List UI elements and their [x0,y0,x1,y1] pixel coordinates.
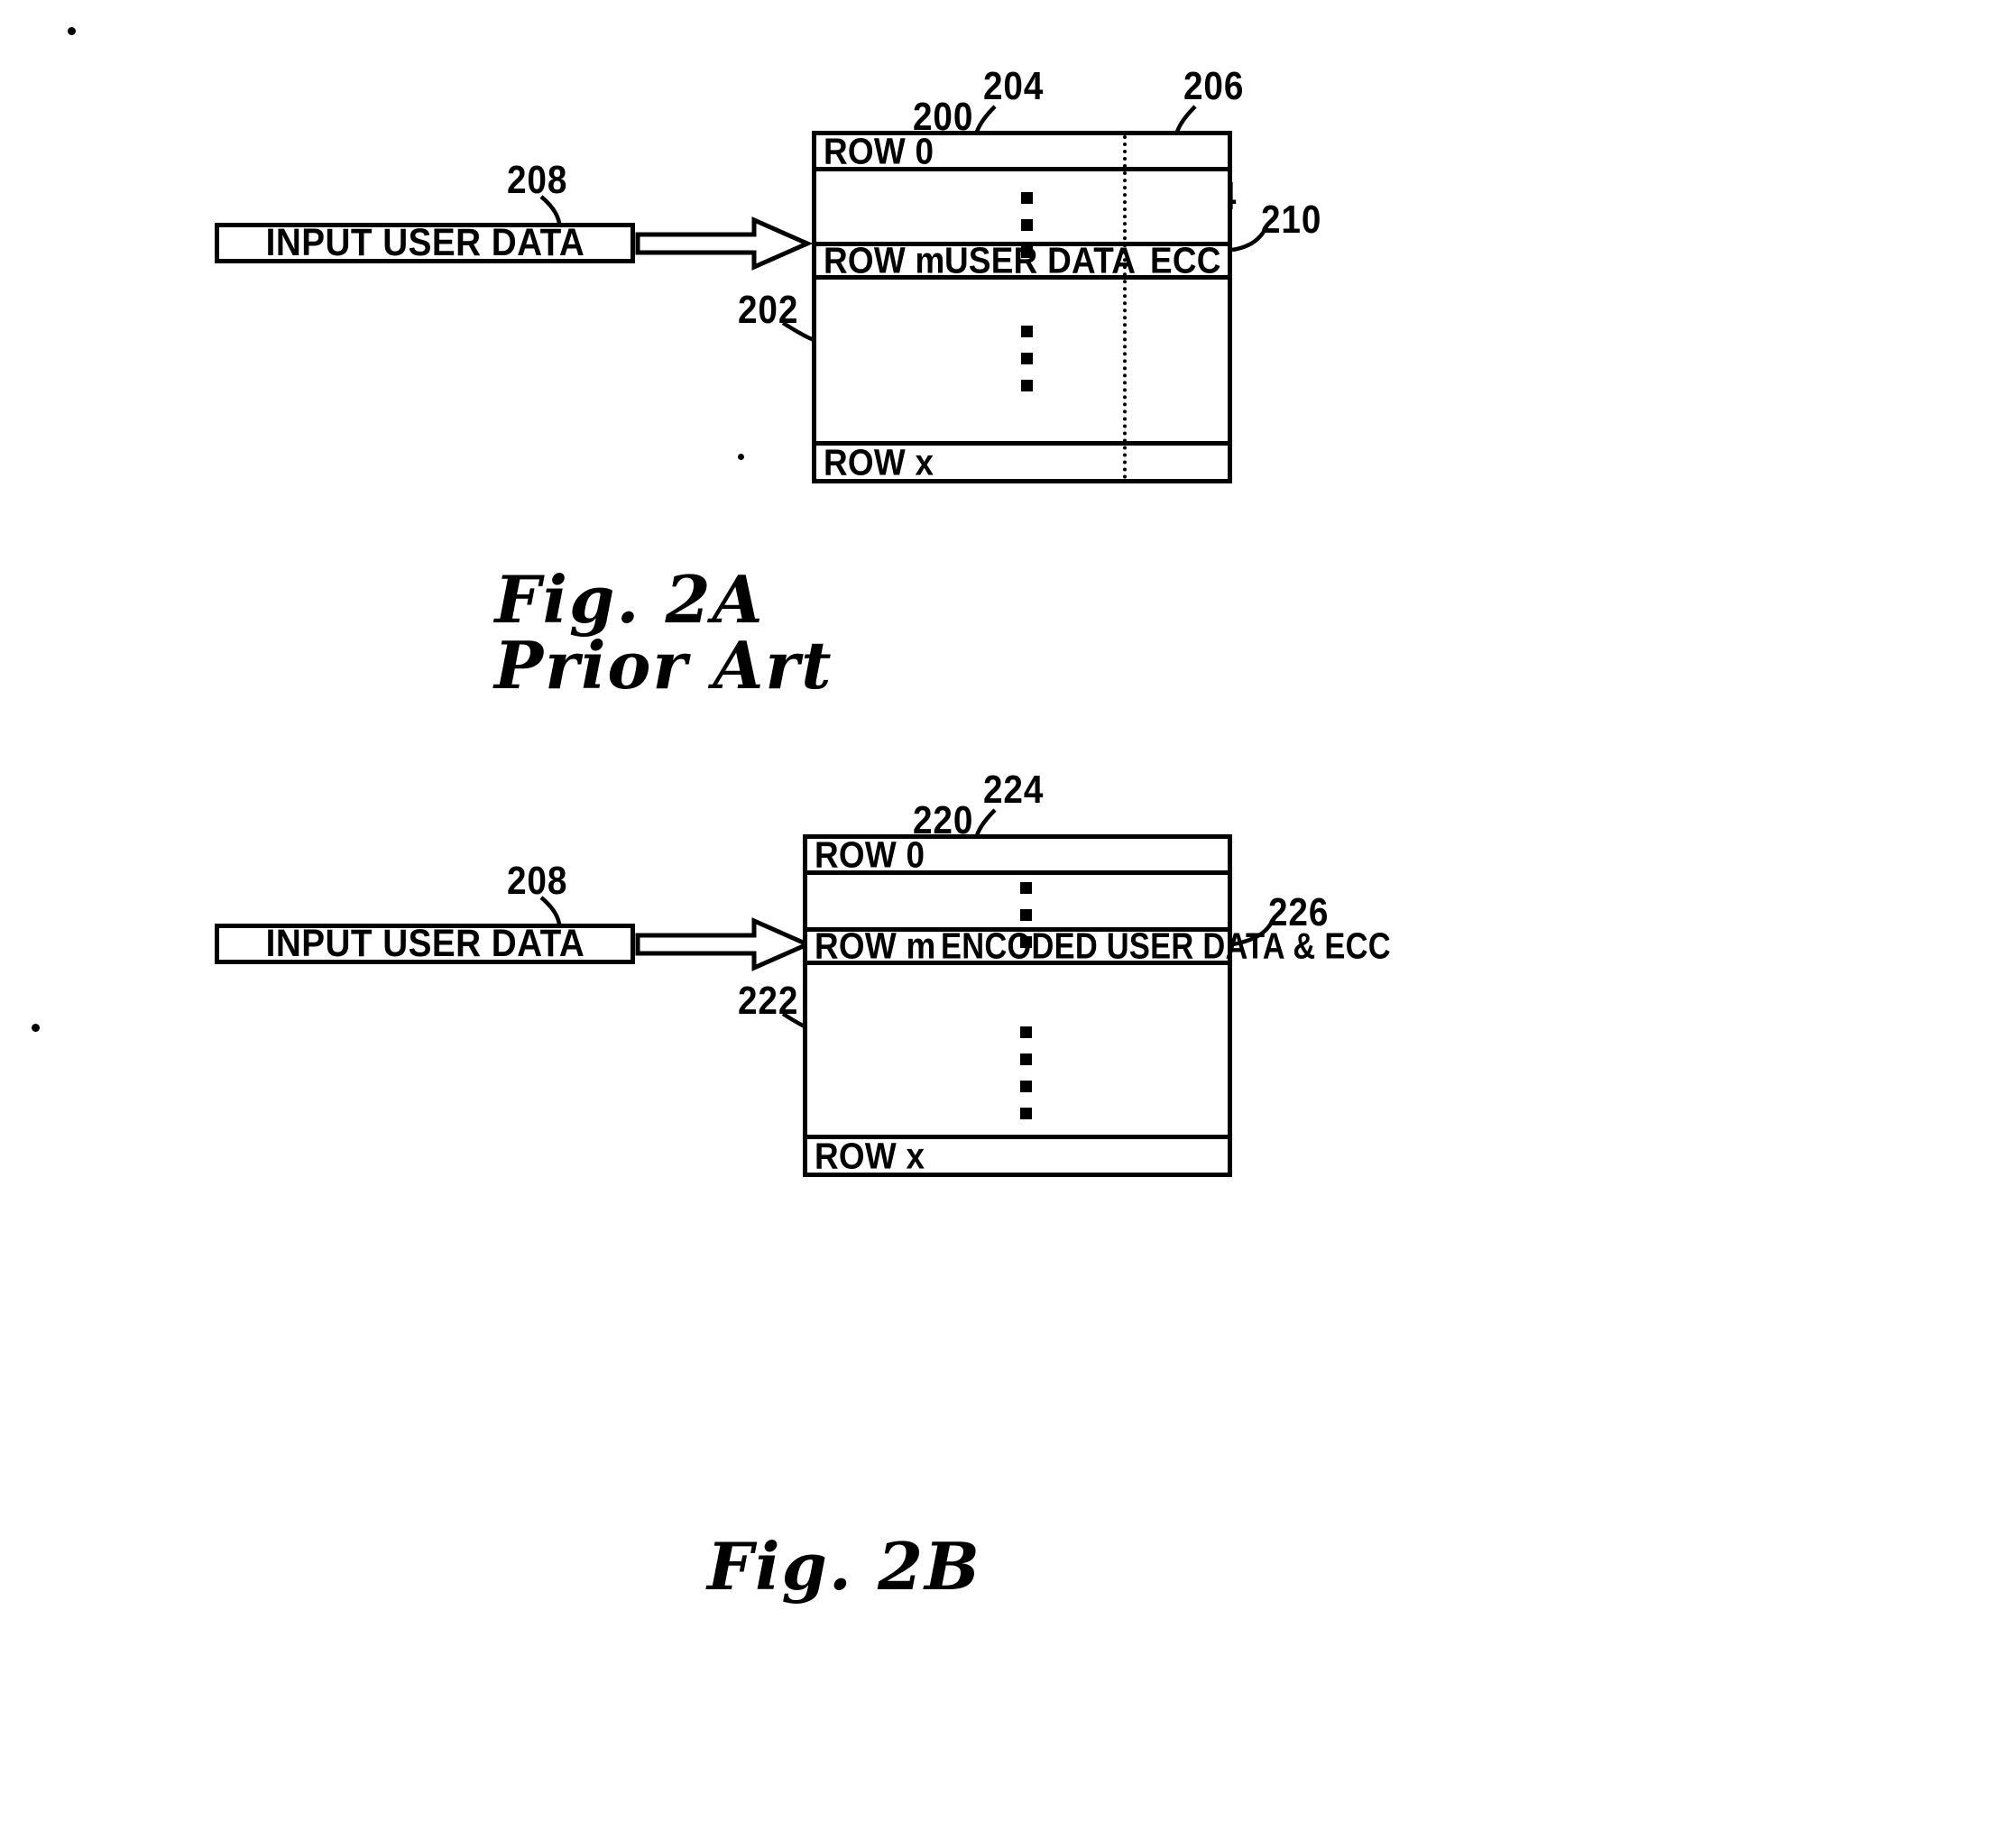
block-arrow-2a [635,216,814,271]
array-row-m-2b: ROW m ENCODED USER DATA & ECC [807,925,1391,967]
row-0-label: ROW 0 [815,833,925,875]
scan-speck [32,1024,40,1032]
vertical-ellipsis-lower-2b [1020,1026,1032,1119]
row-m-label: ROW m [824,239,945,281]
memory-array-2b: ROW 0 ROW m ENCODED USER DATA & ECC ROW … [803,833,1391,1177]
caption-line-1: Fig. 2B [707,1528,981,1605]
row-m-ecc-field: ECC [1150,239,1221,281]
scan-speck [68,27,76,35]
ref-208-b: 208 [507,859,568,903]
figure-caption-2a: Fig. 2A Prior Art [494,566,833,704]
scan-speck [738,454,744,460]
row-m-user-data-field: USER DATA [944,239,1137,281]
array-row-x-2b: ROW x [807,1135,1228,1176]
input-user-data-label: INPUT USER DATA [265,221,585,264]
ref-208-a: 208 [507,158,568,202]
caption-line-2: Prior Art [494,627,833,704]
vertical-ellipsis-lower-2a [1021,326,1033,391]
input-user-data-block-2a: INPUT USER DATA [215,221,635,264]
vertical-ellipsis-upper-2b [1020,882,1032,948]
column-separator-dotted [1123,135,1127,479]
block-arrow-2b [635,917,814,971]
ref-204: 204 [983,64,1045,108]
ref-224: 224 [983,768,1045,812]
input-user-data-block-2b: INPUT USER DATA [215,922,635,965]
ref-222: 222 [738,979,799,1023]
row-x-label: ROW x [815,1135,925,1176]
row-m-encoded-data-field: ENCODED USER DATA & ECC [941,925,1391,967]
ref-202: 202 [738,288,799,332]
row-m-label: ROW m [815,925,936,967]
ref-210: 210 [1261,198,1322,242]
array-row-x-2a: ROW x [816,441,1228,483]
row-0-label: ROW 0 [824,130,934,171]
memory-array-2a: ROW 0 ROW m USER DATA ECC ROW x [812,131,1232,483]
ref-206: 206 [1183,64,1245,108]
array-row-0-2b: ROW 0 [807,833,1228,875]
row-x-label: ROW x [824,441,934,483]
caption-line-1: Fig. 2A [494,561,765,638]
vertical-ellipsis-upper-2a [1021,192,1033,258]
figure-caption-2b: Fig. 2B [707,1533,981,1599]
input-user-data-label: INPUT USER DATA [265,922,585,965]
leader-210 [1231,228,1266,253]
array-row-0-2a: ROW 0 [816,130,1228,171]
patent-drawing-sheet: 200 208 204 206 212 214 210 202 INPUT US… [0,0,2016,1840]
